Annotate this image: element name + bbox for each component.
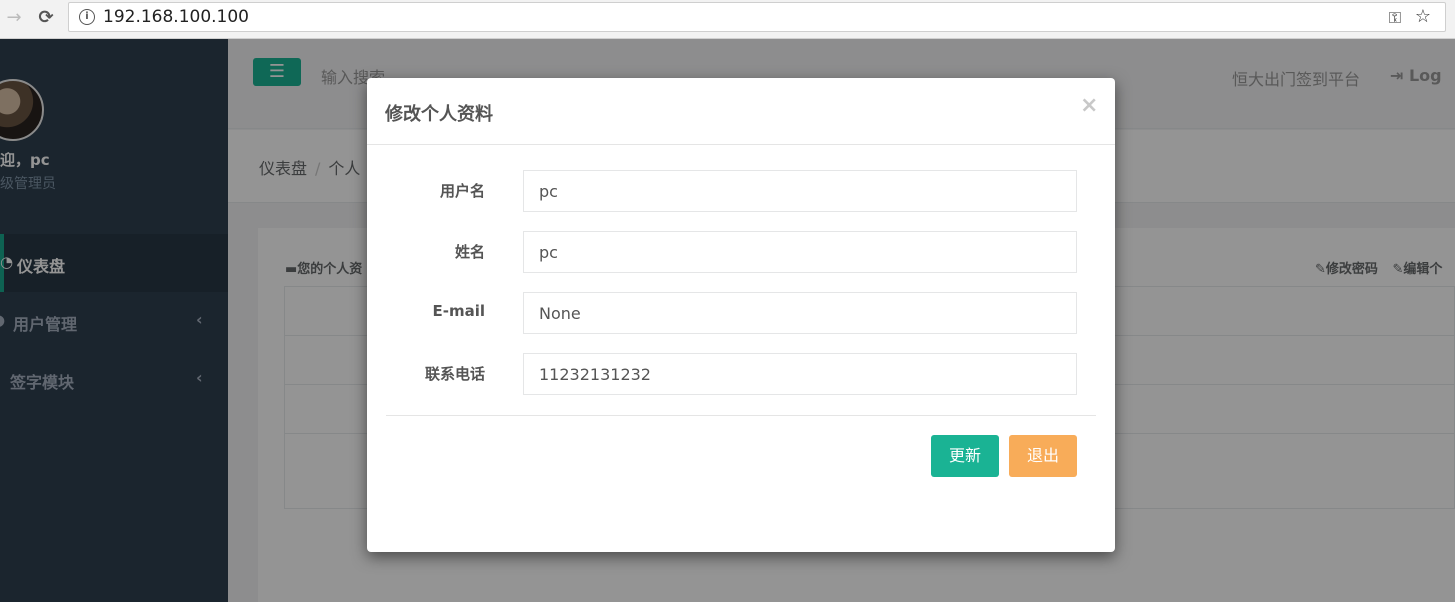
key-icon[interactable]: ⚿ [1389, 8, 1401, 28]
modal-title: 修改个人资料 [385, 104, 493, 125]
edit-profile-modal: 修改个人资料 × 用户名 姓名 E-mail 联系电话 更新 退出 [367, 78, 1115, 552]
update-button[interactable]: 更新 [931, 435, 999, 477]
browser-toolbar: → ⟳ i 192.168.100.100 ⚿ ☆ [0, 0, 1455, 39]
close-icon[interactable]: × [1080, 93, 1098, 118]
star-icon[interactable]: ☆ [1415, 6, 1431, 27]
form-row-name: 姓名 [367, 231, 1115, 273]
name-label: 姓名 [454, 243, 485, 261]
url-text: 192.168.100.100 [103, 7, 250, 27]
email-label: E-mail [432, 302, 485, 320]
info-icon[interactable]: i [79, 9, 95, 25]
email-field[interactable] [523, 292, 1077, 334]
address-bar[interactable]: i 192.168.100.100 ⚿ ☆ [68, 2, 1446, 32]
form-row-phone: 联系电话 [367, 353, 1115, 395]
username-field[interactable] [523, 170, 1077, 212]
phone-label: 联系电话 [424, 365, 485, 383]
modal-divider [386, 415, 1096, 416]
form-row-username: 用户名 [367, 170, 1115, 212]
phone-field[interactable] [523, 353, 1077, 395]
forward-icon[interactable]: → [2, 6, 26, 30]
reload-icon[interactable]: ⟳ [34, 6, 58, 30]
modal-header: 修改个人资料 × [367, 78, 1115, 145]
name-field[interactable] [523, 231, 1077, 273]
exit-button[interactable]: 退出 [1009, 435, 1077, 477]
username-label: 用户名 [439, 182, 485, 200]
form-row-email: E-mail [367, 292, 1115, 334]
